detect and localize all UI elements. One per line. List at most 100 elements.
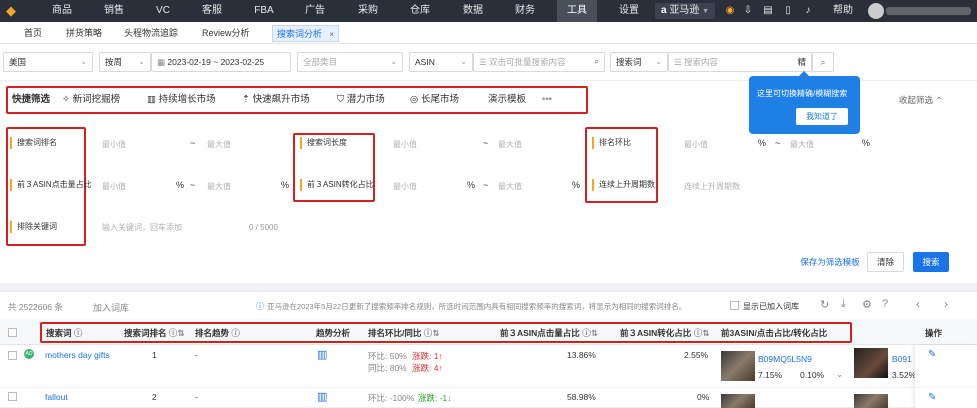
- quick-filter-long-tail[interactable]: ◎ 长尾市场: [406, 90, 463, 110]
- scroll-left-icon[interactable]: ‹: [916, 297, 920, 311]
- quick-filter-fast-rising[interactable]: ⇡ 快速飙升市场: [238, 90, 314, 110]
- add-to-library-button[interactable]: 加入词库: [93, 301, 129, 314]
- nav-item-fba[interactable]: FBA: [244, 0, 284, 22]
- tab-home[interactable]: 首页: [20, 25, 46, 42]
- quick-filter-steady-growth[interactable]: ▥ 持续增长市场: [143, 90, 220, 110]
- keyword-length-min-input[interactable]: 最小值: [393, 139, 417, 150]
- product-thumbnail[interactable]: [721, 351, 755, 381]
- country-select[interactable]: 美国 ⌄: [3, 52, 93, 72]
- info-icon: ⓘ: [256, 302, 264, 311]
- search-button[interactable]: 搜索: [913, 252, 949, 272]
- nav-item-products[interactable]: 商品: [42, 0, 82, 22]
- precise-toggle[interactable]: 精: [797, 53, 806, 71]
- period-select[interactable]: 按周 ⌄: [99, 52, 151, 72]
- tab-search-term-analysis[interactable]: 搜索词分析 ×: [272, 25, 340, 43]
- nav-item-finance[interactable]: 财务: [505, 0, 545, 22]
- help-icon[interactable]: ?: [882, 298, 888, 310]
- quick-filter-new-words[interactable]: ✧ 新词挖掘榜: [58, 90, 124, 110]
- date-range-picker[interactable]: ▦ 2023-02-19 ~ 2023-02-25: [151, 52, 291, 72]
- search-icon[interactable]: ⌕: [812, 52, 834, 72]
- keyword-length-max-input[interactable]: 最大值: [498, 139, 522, 150]
- tab-review-analysis[interactable]: Review分析: [198, 25, 254, 42]
- nav-item-warehouse[interactable]: 仓库: [400, 0, 440, 22]
- category-select[interactable]: 全部类目 ⌄: [297, 52, 403, 72]
- top3-click-min-input[interactable]: 最小值: [102, 181, 126, 192]
- nav-item-ads[interactable]: 广告: [296, 0, 334, 22]
- search-rank-min-input[interactable]: 最小值: [102, 139, 126, 150]
- logo-icon[interactable]: ◆: [6, 3, 22, 19]
- store-selector[interactable]: a 亚马逊 ▼: [655, 3, 715, 19]
- exclude-keywords-input[interactable]: 输入关键词，回车添加: [102, 222, 182, 233]
- rank-change-label: 排名环比: [592, 137, 631, 149]
- edit-icon[interactable]: ✎: [928, 392, 936, 403]
- refresh-icon[interactable]: ↻: [820, 298, 829, 311]
- mobile-icon[interactable]: ▯: [782, 0, 794, 22]
- quick-filter-label: 潜力市场: [346, 94, 385, 105]
- chevron-down-icon[interactable]: ⌄: [836, 369, 843, 380]
- quick-filter-potential[interactable]: ⛉ 潜力市场: [333, 90, 389, 110]
- reset-button[interactable]: 清除: [867, 252, 904, 272]
- scroll-right-icon[interactable]: ›: [944, 297, 948, 311]
- top3-conversion-max-input[interactable]: 最大值: [498, 181, 522, 192]
- product-thumbnail[interactable]: [854, 394, 888, 408]
- rank-value: 2: [152, 392, 157, 402]
- trend-chart-icon[interactable]: ▥: [317, 348, 327, 361]
- keyword-type-select[interactable]: 搜索词 ⌄: [610, 52, 668, 72]
- nav-item-vc[interactable]: VC: [145, 0, 181, 22]
- asin-type-select[interactable]: ASIN ⌄: [409, 52, 473, 72]
- nav-item-settings[interactable]: 设置: [609, 0, 649, 22]
- nav-item-sales[interactable]: 销售: [95, 0, 133, 22]
- nav-item-service[interactable]: 客服: [193, 0, 231, 22]
- top3-conversion-label: 前３ASIN转化占比: [300, 179, 374, 191]
- bar-chart-icon: ▥: [147, 94, 156, 105]
- product-thumbnail[interactable]: [854, 348, 888, 378]
- date-range-value: 2023-02-19 ~ 2023-02-25: [167, 57, 265, 67]
- asin-click-share: 7.15%: [758, 370, 783, 380]
- asin-search-input[interactable]: ☰ 双击可批量搜索内容 ⌕: [473, 52, 605, 72]
- consecutive-rise-input[interactable]: 连续上升周期数: [684, 181, 740, 192]
- nav-item-purchase[interactable]: 采购: [348, 0, 388, 22]
- nav-item-data[interactable]: 数据: [453, 0, 493, 22]
- tooltip-arrow: [799, 71, 809, 76]
- quick-filter-demo-template[interactable]: 演示模板: [484, 90, 530, 110]
- search-rank-max-input[interactable]: 最大值: [207, 139, 231, 150]
- tab-logistics-tracking[interactable]: 头程物流追踪: [120, 25, 182, 42]
- tooltip-dismiss-button[interactable]: 我知道了: [796, 108, 848, 125]
- rank-change-max-input[interactable]: 最大值: [790, 139, 814, 150]
- rank-change-min-input[interactable]: 最小值: [684, 139, 708, 150]
- close-icon[interactable]: ×: [329, 26, 334, 43]
- edit-icon[interactable]: ✎: [928, 349, 936, 360]
- asin-conversion-share: 0.10%: [800, 370, 825, 380]
- precise-search-tooltip: 这里可切换精确/模糊搜索 我知道了: [749, 71, 860, 134]
- asin-link[interactable]: B091: [892, 354, 912, 364]
- trend-chart-icon[interactable]: ▥: [317, 390, 327, 403]
- consecutive-rise-label: 连续上升周期数: [592, 179, 655, 191]
- top3-conversion-min-input[interactable]: 最小值: [393, 181, 417, 192]
- asin-link[interactable]: B09MQ5L5N9: [758, 354, 812, 364]
- search-icon[interactable]: ⌕: [595, 53, 599, 71]
- row-checkbox[interactable]: [8, 351, 17, 360]
- download-icon[interactable]: ⤓: [841, 298, 846, 311]
- avatar[interactable]: [868, 3, 884, 19]
- keyword-link[interactable]: mothers day gifts: [45, 350, 110, 360]
- notification-dot-icon[interactable]: ◉: [724, 0, 736, 22]
- settings-icon[interactable]: ⚙: [862, 298, 872, 311]
- keyword-search-input[interactable]: ☰ 搜索内容 精: [668, 52, 812, 72]
- download-icon[interactable]: ⇩: [742, 0, 754, 22]
- help-link[interactable]: 帮助: [828, 0, 858, 22]
- show-added-checkbox[interactable]: [730, 301, 739, 310]
- trend-value: -: [195, 350, 198, 360]
- bell-icon[interactable]: ♪: [802, 0, 814, 22]
- table-header-highlight: [40, 322, 852, 343]
- more-icon[interactable]: •••: [538, 90, 556, 110]
- document-icon[interactable]: ▤: [762, 0, 774, 22]
- collapse-filter-button[interactable]: 收起筛选 ⌃: [895, 90, 947, 110]
- top3-click-max-input[interactable]: 最大值: [207, 181, 231, 192]
- tab-grouping-strategy[interactable]: 拼货策略: [62, 25, 106, 42]
- save-template-button[interactable]: 保存为筛选模板: [799, 253, 861, 273]
- product-thumbnail[interactable]: [721, 394, 755, 408]
- keyword-link[interactable]: fallout: [45, 392, 68, 402]
- select-all-checkbox[interactable]: [8, 328, 17, 337]
- nav-item-tools[interactable]: 工具: [557, 0, 597, 22]
- conversion-share-value: 0%: [697, 392, 710, 402]
